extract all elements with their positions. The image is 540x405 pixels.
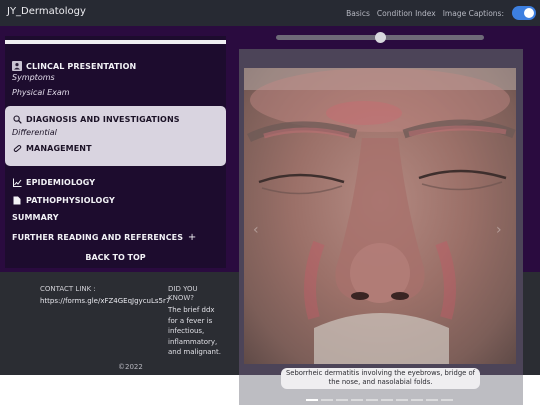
clinical-photo-drawing [244, 68, 516, 364]
image-captions-toggle[interactable] [512, 6, 536, 20]
person-icon [12, 61, 22, 71]
toc-item-physical-exam[interactable]: Physical Exam [12, 88, 136, 97]
toc-item-differential[interactable]: Differential [12, 128, 180, 137]
carousel-indicator[interactable] [336, 399, 348, 401]
carousel-indicator[interactable] [441, 399, 453, 401]
carousel-indicator[interactable] [321, 399, 333, 401]
contact-label: CONTACT LINK : [40, 285, 96, 293]
toc-clinical-heading[interactable]: CLINCAL PRESENTATION [12, 61, 136, 71]
carousel-indicator[interactable] [396, 399, 408, 401]
document-icon [12, 195, 22, 205]
toc-further-reading: FURTHER READING AND REFERENCES + [12, 232, 197, 243]
carousel-indicator[interactable] [426, 399, 438, 401]
toc-pathophysiology: PATHOPHYSIOLOGY [12, 195, 115, 205]
brand-title[interactable]: JY_Dermatology [7, 6, 86, 17]
clinical-photo [244, 68, 516, 364]
toc-epidemiology-heading[interactable]: EPIDEMIOLOGY [12, 177, 95, 187]
carousel-indicator[interactable] [306, 399, 318, 401]
carousel-indicator[interactable] [411, 399, 423, 401]
toc-item-symptoms[interactable]: Symptoms [12, 73, 136, 82]
chevron-right-icon[interactable]: › [496, 222, 502, 238]
toc-active-highlight: DIAGNOSIS AND INVESTIGATIONS Differentia… [5, 106, 226, 166]
copyright: ©2022 [118, 363, 143, 371]
image-size-slider-thumb[interactable] [375, 32, 386, 43]
carousel-indicator[interactable] [366, 399, 378, 401]
toc-summary-heading[interactable]: SUMMARY [12, 213, 59, 222]
toc-further-reading-heading[interactable]: FURTHER READING AND REFERENCES + [12, 232, 197, 243]
nav-link-condition-index[interactable]: Condition Index [377, 9, 436, 18]
back-to-top-link[interactable]: BACK TO TOP [5, 253, 226, 262]
toc-summary-label: SUMMARY [12, 213, 59, 222]
plus-icon[interactable]: + [187, 232, 197, 243]
toc-epidemiology: EPIDEMIOLOGY [12, 177, 95, 187]
toc-management-heading[interactable]: MANAGEMENT [12, 143, 180, 153]
nav-link-basics[interactable]: Basics [346, 9, 370, 18]
chart-line-icon [12, 177, 22, 187]
toc-summary: SUMMARY [12, 213, 59, 222]
carousel-indicator[interactable] [381, 399, 393, 401]
did-you-know-title: DID YOU KNOW? [168, 285, 198, 302]
carousel-indicators [306, 399, 453, 401]
toc-diagnosis: DIAGNOSIS AND INVESTIGATIONS Differentia… [12, 114, 180, 153]
toc-epidemiology-label: EPIDEMIOLOGY [26, 177, 96, 187]
toc-top-divider [5, 40, 226, 44]
toc-clinical: CLINCAL PRESENTATION Symptoms Physical E… [12, 61, 136, 97]
toc-further-reading-label: FURTHER READING AND REFERENCES [12, 232, 184, 242]
toc-diagnosis-label: DIAGNOSIS AND INVESTIGATIONS [26, 114, 180, 124]
toc-clinical-label: CLINCAL PRESENTATION [26, 61, 137, 71]
toc-diagnosis-heading[interactable]: DIAGNOSIS AND INVESTIGATIONS [12, 114, 180, 124]
carousel-indicator[interactable] [351, 399, 363, 401]
pill-icon [12, 143, 22, 153]
chevron-left-icon[interactable]: ‹ [253, 222, 259, 238]
nav-links: Basics Condition Index Image Captions: [346, 0, 536, 26]
contact-link[interactable]: https://forms.gle/xFZ4GEqJgycuLs5r7 [40, 297, 170, 305]
toc-pathophysiology-label: PATHOPHYSIOLOGY [26, 195, 115, 205]
image-caption: Seborrheic dermatitis involving the eyeb… [281, 368, 480, 389]
search-icon [12, 114, 22, 124]
top-navbar: JY_Dermatology Basics Condition Index Im… [0, 0, 540, 26]
toggle-knob [524, 8, 534, 18]
toc-pathophysiology-heading[interactable]: PATHOPHYSIOLOGY [12, 195, 115, 205]
toc-management-label: MANAGEMENT [26, 143, 92, 153]
image-captions-label: Image Captions: [442, 8, 504, 18]
did-you-know-text: The brief ddx for a fever is infectious,… [168, 306, 221, 356]
